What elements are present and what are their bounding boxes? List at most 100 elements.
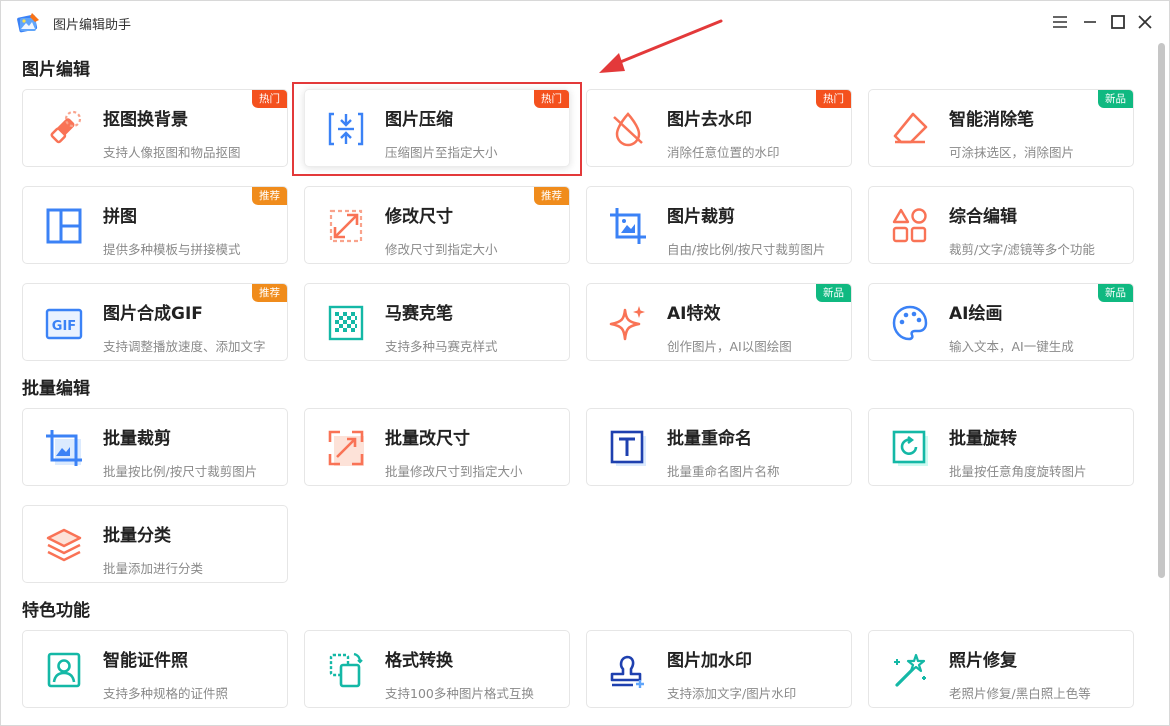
batch-resize-icon [325, 427, 367, 469]
maximize-button[interactable] [1108, 12, 1128, 32]
hot-badge: 热门 [252, 90, 287, 108]
card-add-watermark[interactable]: 图片加水印 支持添加文字/图片水印 [586, 630, 852, 708]
card-title: 拼图 [103, 207, 137, 227]
card-smart-eraser[interactable]: 智能消除笔 可涂抹选区，消除图片 新品 [868, 89, 1134, 167]
rotate-icon [889, 427, 931, 469]
gif-icon: GIF [43, 302, 85, 344]
card-description: 支持多种马赛克样式 [385, 339, 498, 354]
card-photo-restore[interactable]: 照片修复 老照片修复/黑白照上色等 [868, 630, 1134, 708]
card-description: 老照片修复/黑白照上色等 [949, 686, 1091, 701]
section-title-batch-edit: 批量编辑 [22, 379, 90, 399]
card-title: 马赛克笔 [385, 304, 453, 324]
card-mosaic-pen[interactable]: 马赛克笔 支持多种马赛克样式 [304, 283, 570, 361]
card-description: 修改尺寸到指定大小 [385, 242, 498, 257]
no-watermark-icon [607, 108, 649, 150]
minimize-button[interactable] [1080, 12, 1100, 32]
crop-icon [607, 205, 649, 247]
card-title: 格式转换 [385, 651, 453, 671]
card-description: 创作图片，AI以图绘图 [667, 339, 792, 354]
card-title: 照片修复 [949, 651, 1017, 671]
card-description: 支持人像抠图和物品抠图 [103, 145, 241, 160]
card-description: 自由/按比例/按尺寸裁剪图片 [667, 242, 826, 257]
card-description: 批量重命名图片名称 [667, 464, 780, 479]
card-title: 图片去水印 [667, 110, 752, 130]
card-batch-rotate[interactable]: 批量旋转 批量按任意角度旋转图片 [868, 408, 1134, 486]
convert-icon [325, 649, 367, 691]
card-title: 智能消除笔 [949, 110, 1034, 130]
card-description: 提供多种模板与拼接模式 [103, 242, 241, 257]
recommend-badge: 推荐 [534, 187, 569, 205]
eraser-icon [43, 108, 85, 150]
card-id-photo[interactable]: 智能证件照 支持多种规格的证件照 [22, 630, 288, 708]
minimize-icon [1084, 21, 1096, 23]
shapes-icon [889, 205, 931, 247]
section-title-features: 特色功能 [22, 601, 90, 621]
card-resize[interactable]: 修改尺寸 修改尺寸到指定大小 推荐 [304, 186, 570, 264]
card-batch-crop[interactable]: 批量裁剪 批量按比例/按尺寸裁剪图片 [22, 408, 288, 486]
card-description: 输入文本，AI一键生成 [949, 339, 1074, 354]
app-window: 图片编辑助手 图片编辑 批量编辑 特色功能 抠图换背景 支持人像抠图和物品抠图 … [0, 0, 1170, 726]
card-description: 支持多种规格的证件照 [103, 686, 229, 701]
app-title: 图片编辑助手 [53, 18, 132, 33]
layers-icon [43, 524, 85, 566]
hot-badge: 热门 [816, 90, 851, 108]
vertical-scrollbar[interactable] [1158, 43, 1165, 578]
card-comprehensive-edit[interactable]: 综合编辑 裁剪/文字/滤镜等多个功能 [868, 186, 1134, 264]
card-collage[interactable]: 拼图 提供多种模板与拼接模式 推荐 [22, 186, 288, 264]
recommend-badge: 推荐 [252, 187, 287, 205]
card-remove-watermark[interactable]: 图片去水印 消除任意位置的水印 热门 [586, 89, 852, 167]
section-title-image-edit: 图片编辑 [22, 60, 90, 80]
card-title: 批量重命名 [667, 429, 752, 449]
batch-crop-icon [43, 427, 85, 469]
card-ai-effects[interactable]: AI特效 创作图片，AI以图绘图 新品 [586, 283, 852, 361]
mosaic-icon [325, 302, 367, 344]
card-crop[interactable]: 图片裁剪 自由/按比例/按尺寸裁剪图片 [586, 186, 852, 264]
card-description: 支持调整播放速度、添加文字 [103, 339, 266, 354]
card-title: 修改尺寸 [385, 207, 453, 227]
card-title: 图片合成GIF [103, 304, 203, 324]
close-button[interactable] [1135, 12, 1155, 32]
new-badge: 新品 [1098, 90, 1133, 108]
card-description: 裁剪/文字/滤镜等多个功能 [949, 242, 1095, 257]
card-title: 批量分类 [103, 526, 171, 546]
maximize-icon [1111, 15, 1125, 29]
card-title: 批量改尺寸 [385, 429, 470, 449]
card-title: 批量旋转 [949, 429, 1017, 449]
card-title: 批量裁剪 [103, 429, 171, 449]
magic-wand-icon [889, 649, 931, 691]
card-title: 综合编辑 [949, 207, 1017, 227]
new-badge: 新品 [1098, 284, 1133, 302]
card-title: 智能证件照 [103, 651, 188, 671]
rename-icon [607, 427, 649, 469]
recommend-badge: 推荐 [252, 284, 287, 302]
smart-eraser-icon [889, 108, 931, 150]
card-description: 批量添加进行分类 [103, 561, 204, 576]
collage-icon [43, 205, 85, 247]
card-gif[interactable]: GIF 图片合成GIF 支持调整播放速度、添加文字 推荐 [22, 283, 288, 361]
new-badge: 新品 [816, 284, 851, 302]
card-description: 支持100多种图片格式互换 [385, 686, 534, 701]
title-bar: 图片编辑助手 [1, 1, 1169, 43]
card-title: 图片裁剪 [667, 207, 735, 227]
card-title: AI绘画 [949, 304, 1003, 324]
card-description: 可涂抹选区，消除图片 [949, 145, 1075, 160]
menu-icon [1053, 16, 1067, 28]
card-cutout-background[interactable]: 抠图换背景 支持人像抠图和物品抠图 热门 [22, 89, 288, 167]
card-description: 批量按任意角度旋转图片 [949, 464, 1087, 479]
card-format-convert[interactable]: 格式转换 支持100多种图片格式互换 [304, 630, 570, 708]
card-description: 消除任意位置的水印 [667, 145, 780, 160]
card-ai-painting[interactable]: AI绘画 输入文本，AI一键生成 新品 [868, 283, 1134, 361]
close-icon [1138, 15, 1152, 29]
stamp-icon [607, 649, 649, 691]
highlight-box [292, 82, 582, 176]
card-batch-rename[interactable]: 批量重命名 批量重命名图片名称 [586, 408, 852, 486]
card-batch-classify[interactable]: 批量分类 批量添加进行分类 [22, 505, 288, 583]
card-batch-resize[interactable]: 批量改尺寸 批量修改尺寸到指定大小 [304, 408, 570, 486]
sparkle-icon [607, 302, 649, 344]
svg-text:GIF: GIF [52, 319, 76, 334]
card-title: 图片加水印 [667, 651, 752, 671]
menu-button[interactable] [1050, 12, 1070, 32]
resize-icon [325, 205, 367, 247]
card-description: 支持添加文字/图片水印 [667, 686, 797, 701]
app-logo-icon [15, 10, 41, 36]
